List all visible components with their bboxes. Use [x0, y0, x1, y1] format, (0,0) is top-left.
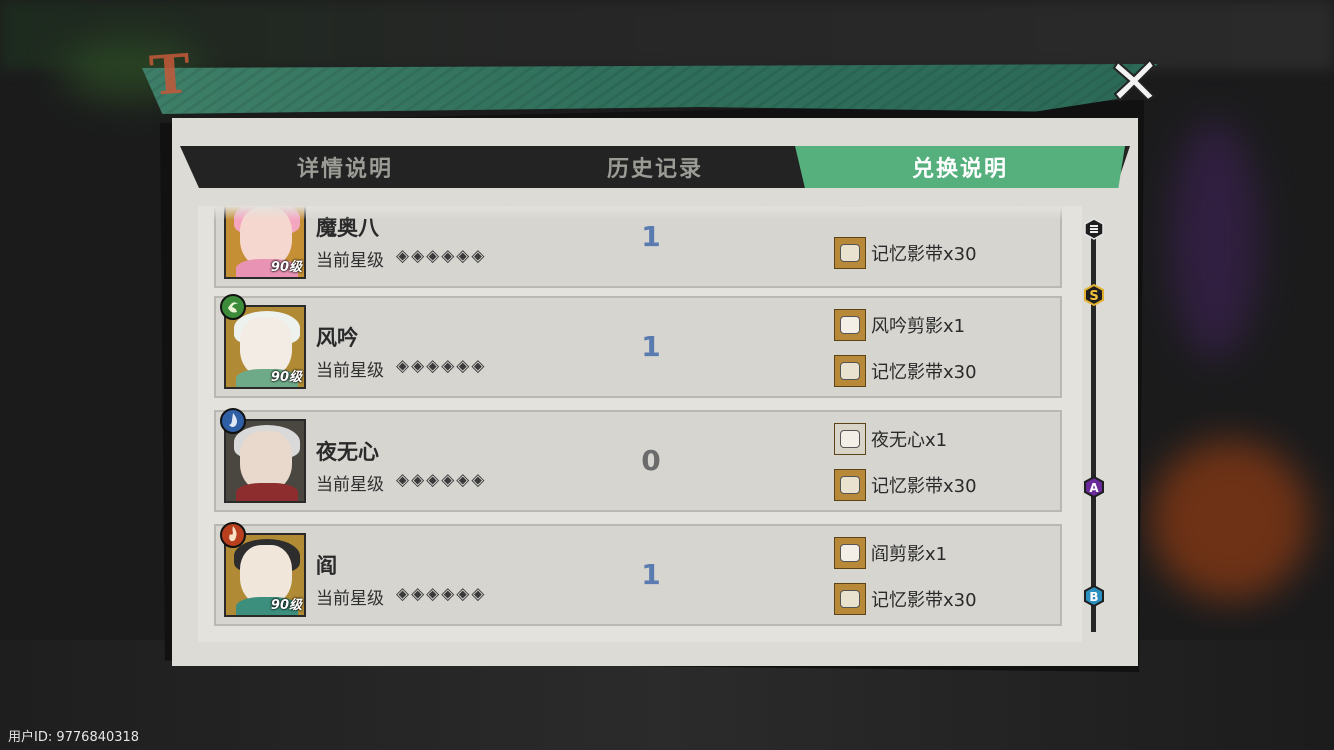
level-tag: 90级	[270, 260, 302, 275]
star-rating: ◈◈◈◈◈◈	[396, 356, 487, 376]
memory-tape-icon	[834, 583, 866, 615]
memory-tape-icon	[834, 237, 866, 269]
star-rating: ◈◈◈◈◈◈	[396, 584, 487, 604]
reward-label: 风吟剪影x1	[871, 316, 966, 337]
tier-s-icon: S	[1084, 283, 1104, 307]
star-label: 当前星级	[316, 251, 384, 271]
hero-name: 阎	[316, 554, 337, 578]
exchange-list[interactable]: 90级 魔奥八 当前星级 ◈◈◈◈◈◈ 1 记忆影带x30 90级 风吟 当前星…	[198, 206, 1082, 642]
owned-count: 1	[641, 220, 661, 253]
reward-label: 记忆影带x30	[871, 476, 977, 497]
list-item: 夜无心 当前星级 ◈◈◈◈◈◈ 0 夜无心x1 记忆影带x30	[214, 408, 1062, 512]
svg-text:S: S	[1089, 289, 1098, 304]
tier-b-icon: B	[1084, 584, 1104, 608]
close-icon	[1112, 58, 1156, 102]
star-label: 当前星级	[316, 475, 384, 495]
reward-label: 记忆影带x30	[871, 590, 977, 611]
reward-item[interactable]: 风吟剪影x1	[834, 308, 965, 342]
level-tag: 90级	[270, 598, 302, 613]
memory-tape-icon	[834, 469, 866, 501]
background-blur-orange	[1150, 440, 1310, 600]
svg-text:B: B	[1089, 590, 1098, 604]
wind-element-icon	[220, 294, 246, 320]
hero-name: 夜无心	[316, 440, 379, 464]
list-item: 90级 阎 当前星级 ◈◈◈◈◈◈ 1 阎剪影x1 记忆影带x30	[214, 522, 1062, 626]
reward-label: 记忆影带x30	[871, 244, 977, 265]
tab-details[interactable]: 详情说明	[200, 146, 490, 188]
reward-label: 记忆影带x30	[871, 362, 977, 383]
tier-a-marker[interactable]: A	[1083, 475, 1105, 499]
tier-top-marker[interactable]	[1083, 218, 1105, 240]
owned-count: 1	[641, 558, 661, 591]
star-rating: ◈◈◈◈◈◈	[396, 470, 487, 490]
tier-a-icon: A	[1084, 475, 1104, 499]
hero-name: 风吟	[316, 326, 358, 350]
memory-tape-icon	[834, 355, 866, 387]
owned-count: 0	[641, 444, 661, 477]
owned-count: 1	[641, 330, 661, 363]
reward-label: 阎剪影x1	[871, 544, 948, 565]
fire-element-icon	[220, 522, 246, 548]
star-rating: ◈◈◈◈◈◈	[396, 246, 487, 266]
svg-text:A: A	[1089, 481, 1099, 495]
star-label: 当前星级	[316, 589, 384, 609]
hero-silhouette-icon	[834, 537, 866, 569]
user-id-label: 用户ID: 9776840318	[8, 730, 140, 745]
tab-exchange-info[interactable]: 兑换说明	[795, 146, 1125, 188]
reward-item[interactable]: 夜无心x1	[834, 422, 947, 456]
tier-b-marker[interactable]: B	[1083, 584, 1105, 608]
list-item: 90级 风吟 当前星级 ◈◈◈◈◈◈ 1 风吟剪影x1 记忆影带x30	[214, 294, 1062, 398]
star-label: 当前星级	[316, 361, 384, 381]
reward-label: 夜无心x1	[871, 430, 948, 451]
reward-item[interactable]: 记忆影带x30	[834, 468, 977, 502]
hero-card-icon	[834, 423, 866, 455]
tab-history[interactable]: 历史记录	[505, 146, 805, 188]
water-element-icon	[220, 408, 246, 434]
tier-s-marker[interactable]: S	[1083, 283, 1105, 307]
reward-item[interactable]: 记忆影带x30	[834, 236, 977, 270]
header-logo-icon: T	[147, 41, 189, 108]
level-tag: 90级	[270, 370, 302, 385]
close-button[interactable]	[1108, 54, 1160, 106]
list-top-fade	[198, 206, 1082, 220]
hero-silhouette-icon	[834, 309, 866, 341]
reward-item[interactable]: 阎剪影x1	[834, 536, 947, 570]
list-icon	[1084, 218, 1104, 240]
background-blur-purple	[1170, 120, 1260, 360]
reward-item[interactable]: 记忆影带x30	[834, 354, 977, 388]
reward-item[interactable]: 记忆影带x30	[834, 582, 977, 616]
